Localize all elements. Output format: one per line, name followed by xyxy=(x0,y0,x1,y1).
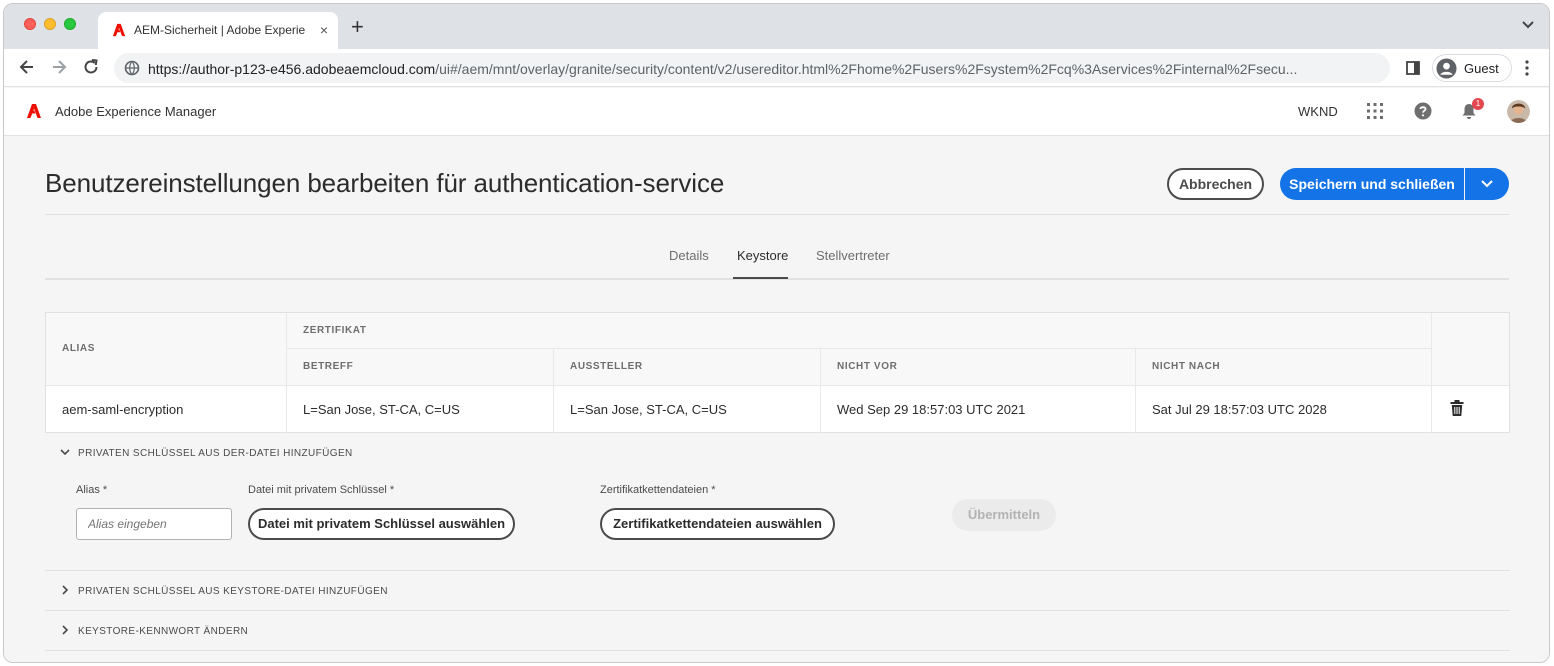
browser-tab-active[interactable]: AEM-Sicherheit | Adobe Experience Manage… xyxy=(98,12,338,49)
tab-title: AEM-Sicherheit | Adobe Experience Manage… xyxy=(134,23,306,37)
browser-toolbar: https://author-p123-e456.adobeaemcloud.c… xyxy=(4,49,1549,87)
adobe-favicon-icon xyxy=(112,23,126,37)
tab-keystore[interactable]: Keystore xyxy=(737,248,788,263)
save-options-button[interactable] xyxy=(1465,168,1509,200)
chevron-down-icon xyxy=(1481,180,1493,188)
chevron-down-icon xyxy=(60,449,70,456)
select-private-key-file-button[interactable]: Datei mit privatem Schlüssel auswählen xyxy=(248,508,515,540)
reload-icon[interactable] xyxy=(81,57,101,77)
accordion-keystore-section-title: PRIVATEN SCHLÜSSEL AUS KEYSTORE-DATEI HI… xyxy=(78,586,388,597)
page-title: Benutzereinstellungen bearbeiten für aut… xyxy=(45,168,725,198)
profile-label: Guest xyxy=(1464,61,1499,76)
editor-tabs: Details Keystore Stellvertreter xyxy=(45,234,1509,280)
alias-input[interactable] xyxy=(76,508,232,540)
profile-button[interactable]: Guest xyxy=(1432,54,1512,82)
aem-header: Adobe Experience Manager WKND 1 xyxy=(4,88,1549,136)
new-tab-button[interactable]: + xyxy=(351,16,364,38)
browser-window: AEM-Sicherheit | Adobe Experience Manage… xyxy=(3,3,1550,663)
tab-close-icon[interactable]: × xyxy=(320,21,328,39)
save-and-close-button[interactable]: Speichern und schließen xyxy=(1280,168,1464,200)
adobe-logo-icon[interactable] xyxy=(26,103,42,119)
minimize-window-button[interactable] xyxy=(44,18,56,30)
tab-search-chevron-icon[interactable] xyxy=(1521,20,1535,30)
cell-not-before: Wed Sep 29 18:57:03 UTC 2021 xyxy=(837,402,1026,417)
forward-arrow-icon[interactable] xyxy=(49,57,69,77)
delete-trash-icon[interactable] xyxy=(1450,400,1464,416)
back-arrow-icon[interactable] xyxy=(17,57,37,77)
cell-issuer: L=San Jose, ST-CA, C=US xyxy=(570,402,727,417)
cell-subject: L=San Jose, ST-CA, C=US xyxy=(303,402,460,417)
alias-field-label: Alias * xyxy=(76,484,108,496)
profile-avatar-icon xyxy=(1436,58,1457,79)
active-tab-indicator xyxy=(733,277,788,279)
chevron-right-icon xyxy=(62,625,69,635)
address-bar[interactable]: https://author-p123-e456.adobeaemcloud.c… xyxy=(114,53,1390,83)
column-header-alias: ALIAS xyxy=(62,343,95,354)
cell-not-after: Sat Jul 29 18:57:03 UTC 2028 xyxy=(1152,402,1327,417)
help-icon[interactable] xyxy=(1414,102,1432,120)
side-panel-icon[interactable] xyxy=(1405,60,1421,76)
title-divider xyxy=(45,214,1509,215)
notification-count-badge: 1 xyxy=(1472,98,1484,110)
tab-stellvertreter[interactable]: Stellvertreter xyxy=(816,248,890,263)
private-key-field-label: Datei mit privatem Schlüssel * xyxy=(248,484,395,496)
submit-button[interactable]: Übermitteln xyxy=(952,499,1056,531)
keystore-table: ALIAS ZERTIFIKAT BETREFF AUSSTELLER NICH… xyxy=(45,312,1511,433)
site-info-icon[interactable] xyxy=(124,60,140,76)
user-avatar[interactable] xyxy=(1507,100,1530,123)
product-name[interactable]: Adobe Experience Manager xyxy=(55,104,216,119)
accordion-password-section-header[interactable]: KEYSTORE-KENNWORT ÄNDERN xyxy=(45,611,1510,651)
cell-alias: aem-saml-encryption xyxy=(62,402,184,417)
main-content: Benutzereinstellungen bearbeiten für aut… xyxy=(4,136,1549,662)
chevron-right-icon xyxy=(62,585,69,595)
select-cert-chain-files-button[interactable]: Zertifikatkettendateien auswählen xyxy=(600,508,835,540)
cancel-button[interactable]: Abbrechen xyxy=(1167,168,1264,200)
column-header-not-after: NICHT NACH xyxy=(1152,361,1221,372)
column-header-certificate: ZERTIFIKAT xyxy=(303,325,367,336)
url-text: https://author-p123-e456.adobeaemcloud.c… xyxy=(148,61,1298,77)
browser-tabstrip: AEM-Sicherheit | Adobe Experience Manage… xyxy=(4,4,1549,49)
close-window-button[interactable] xyxy=(24,18,36,30)
maximize-window-button[interactable] xyxy=(64,18,76,30)
tab-details[interactable]: Details xyxy=(669,248,709,263)
cert-chain-field-label: Zertifikatkettendateien * xyxy=(600,484,716,496)
accordion-keystore-section-header[interactable]: PRIVATEN SCHLÜSSEL AUS KEYSTORE-DATEI HI… xyxy=(45,571,1510,611)
accordion-divider xyxy=(45,650,1510,651)
table-header xyxy=(46,313,1509,385)
accordion-der-section-header[interactable]: PRIVATEN SCHLÜSSEL AUS DER-DATEI HINZUFÜ… xyxy=(45,433,1510,473)
accordion-password-section-title: KEYSTORE-KENNWORT ÄNDERN xyxy=(78,626,249,637)
column-header-subject: BETREFF xyxy=(303,361,354,372)
solutions-grid-icon[interactable] xyxy=(1366,102,1384,120)
accordion-der-section-title: PRIVATEN SCHLÜSSEL AUS DER-DATEI HINZUFÜ… xyxy=(78,448,353,459)
column-header-not-before: NICHT VOR xyxy=(837,361,898,372)
organization-switcher[interactable]: WKND xyxy=(1298,104,1338,119)
column-header-issuer: AUSSTELLER xyxy=(570,361,643,372)
browser-menu-icon[interactable] xyxy=(1522,58,1532,78)
